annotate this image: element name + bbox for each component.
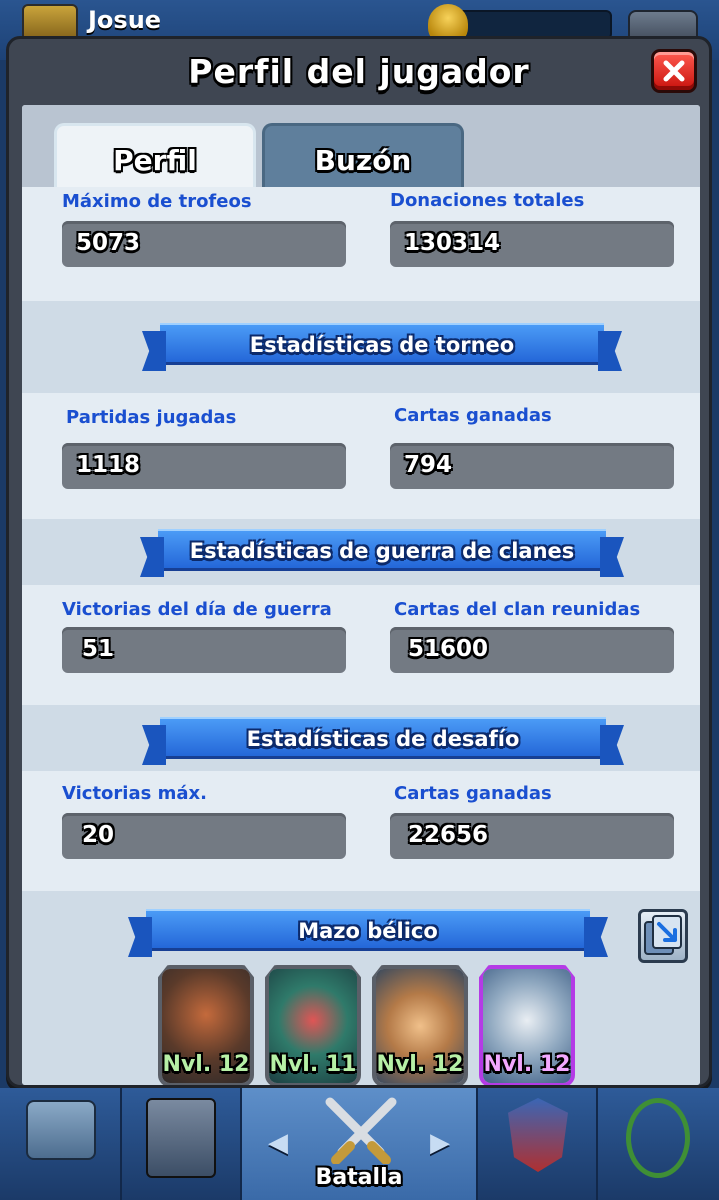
- tournament-cards-won-value: 794: [390, 443, 674, 489]
- challenge-header-section: Estadísticas de desafío: [22, 705, 700, 771]
- card-level: Nvl. 11: [269, 1052, 357, 1077]
- tab-profile[interactable]: Perfil: [54, 123, 256, 189]
- nav-shop[interactable]: [0, 1088, 122, 1200]
- deck-card-lava-hound[interactable]: Nvl. 12: [158, 965, 254, 1085]
- clan-cards-collected-value: 51600: [390, 627, 674, 673]
- modal-content[interactable]: Perfil Buzón Máximo de trofeos 5073 Dona…: [22, 105, 700, 1085]
- war-day-wins-label: Victorias del día de guerra: [62, 599, 332, 620]
- nav-battle[interactable]: ◀ ▶ Batalla: [242, 1088, 478, 1200]
- total-donations-label: Donaciones totales: [390, 190, 585, 211]
- war-day-wins-value: 51: [62, 627, 346, 673]
- total-donations-value: 130314: [390, 221, 674, 267]
- max-wins-value: 20: [62, 813, 346, 859]
- clan-shield-icon: [508, 1098, 568, 1172]
- card-level: Nvl. 12: [162, 1052, 250, 1077]
- tournament-cards-won-label: Cartas ganadas: [394, 405, 552, 426]
- challenge-cards-won-value: 22656: [390, 813, 674, 859]
- chest-icon: [26, 1100, 96, 1160]
- tournament-stats-ribbon: Estadísticas de torneo: [160, 323, 604, 365]
- card-level: Nvl. 12: [483, 1052, 571, 1077]
- tab-bar: Perfil Buzón: [22, 105, 700, 189]
- max-trophies-label: Máximo de trofeos: [62, 191, 252, 212]
- clan-war-header-section: Estadísticas de guerra de clanes: [22, 519, 700, 585]
- profile-stats-section: Máximo de trofeos 5073 Donaciones totale…: [22, 187, 700, 301]
- nav-cards[interactable]: [122, 1088, 242, 1200]
- challenge-stats-ribbon: Estadísticas de desafío: [160, 717, 606, 759]
- close-icon: [663, 60, 685, 82]
- cards-icon: [146, 1098, 216, 1178]
- max-wins-label: Victorias máx.: [62, 783, 207, 804]
- modal-title: Perfil del jugador: [188, 52, 530, 91]
- games-played-label: Partidas jugadas: [66, 407, 237, 428]
- copy-deck-icon: [644, 915, 682, 955]
- clan-war-stats-ribbon: Estadísticas de guerra de clanes: [158, 529, 606, 571]
- chevron-right-icon[interactable]: ▶: [430, 1128, 450, 1158]
- laurel-trophy-icon: [626, 1098, 690, 1178]
- deck-card-inferno-dragon[interactable]: Nvl. 11: [265, 965, 361, 1085]
- clan-war-stats-section: Victorias del día de guerra 51 Cartas de…: [22, 585, 700, 705]
- tab-inbox[interactable]: Buzón: [262, 123, 464, 189]
- challenge-cards-won-label: Cartas ganadas: [394, 783, 552, 804]
- battle-label: Batalla: [315, 1165, 403, 1190]
- deck-card-miner[interactable]: Nvl. 12: [372, 965, 468, 1085]
- war-deck-section: Mazo bélico Nvl. 12 Nvl. 11 Nvl. 12 Nvl.…: [22, 891, 700, 1085]
- deck-card-tornado[interactable]: Nvl. 12: [479, 965, 575, 1085]
- chevron-left-icon[interactable]: ◀: [268, 1128, 288, 1158]
- tournament-header-section: Estadísticas de torneo: [22, 301, 700, 393]
- bottom-navigation: ◀ ▶ Batalla: [0, 1088, 719, 1200]
- challenge-stats-section: Victorias máx. 20 Cartas ganadas 22656: [22, 771, 700, 891]
- crossed-swords-icon: [325, 1097, 397, 1164]
- player-profile-modal: Perfil del jugador Perfil Buzón Máximo d…: [6, 36, 712, 1088]
- war-deck-ribbon: Mazo bélico: [146, 909, 590, 951]
- games-played-value: 1118: [62, 443, 346, 489]
- clan-cards-collected-label: Cartas del clan reunidas: [394, 599, 641, 620]
- copy-deck-button[interactable]: [638, 909, 688, 963]
- close-button[interactable]: [651, 49, 697, 93]
- nav-tournaments[interactable]: [598, 1088, 719, 1200]
- player-name: Josue: [88, 6, 162, 34]
- card-level: Nvl. 12: [376, 1052, 464, 1077]
- tournament-stats-section: Partidas jugadas 1118 Cartas ganadas 794: [22, 393, 700, 519]
- max-trophies-value: 5073: [62, 221, 346, 267]
- nav-clan[interactable]: [478, 1088, 598, 1200]
